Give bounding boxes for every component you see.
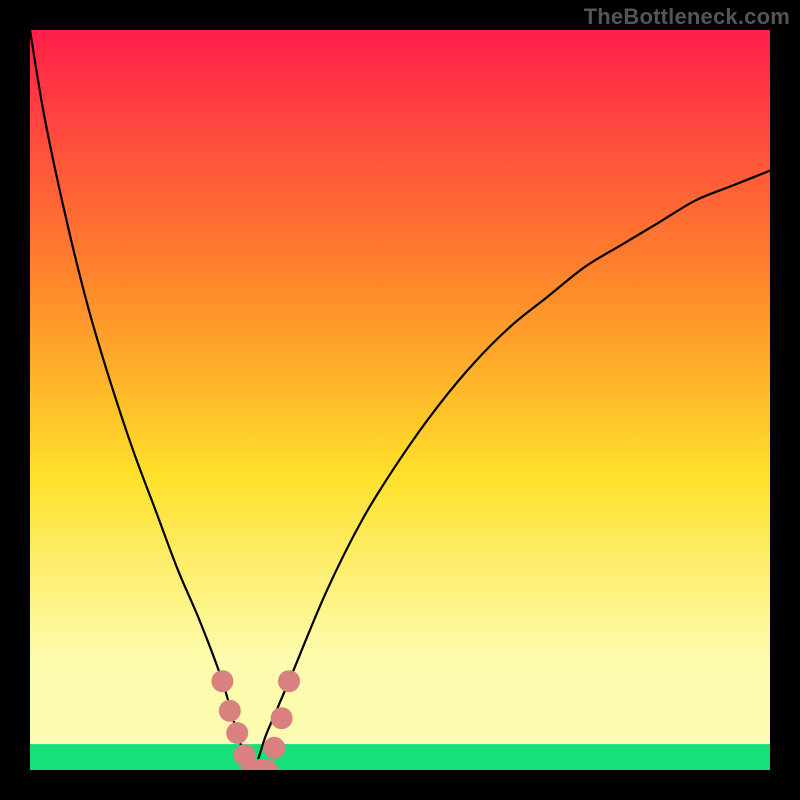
highlight-marker — [211, 670, 233, 692]
watermark-text: TheBottleneck.com — [584, 4, 790, 30]
chart-frame: TheBottleneck.com — [0, 0, 800, 800]
highlight-marker — [226, 722, 248, 744]
plot-area — [30, 30, 770, 770]
highlight-marker — [271, 707, 293, 729]
highlight-marker — [263, 737, 285, 759]
highlight-marker — [278, 670, 300, 692]
bottleneck-chart — [30, 30, 770, 770]
highlight-marker — [219, 700, 241, 722]
